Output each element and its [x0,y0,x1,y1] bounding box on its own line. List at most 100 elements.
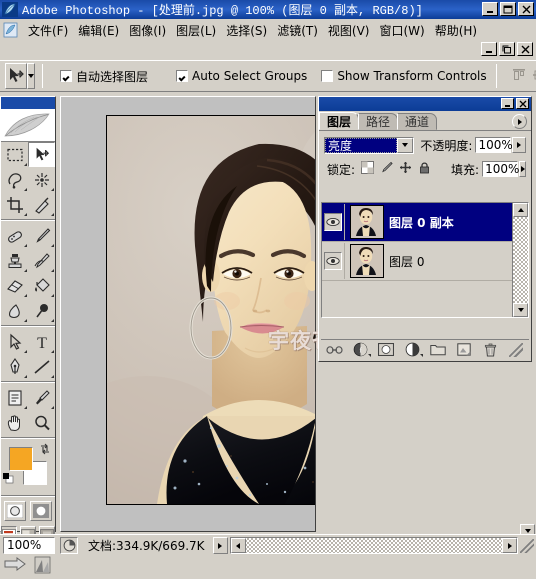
imageready-icon[interactable] [33,555,53,578]
tab-layers[interactable]: 图层 [319,112,359,130]
link-layers-icon[interactable] [325,342,343,358]
lock-transparency-icon[interactable] [361,161,374,177]
opacity-slider-arrow-icon[interactable] [512,137,526,153]
align-vertical-center-icon[interactable] [532,68,536,85]
fill-slider-arrow-icon[interactable] [519,161,526,177]
paint-bucket-tool[interactable] [28,273,55,298]
notes-tool[interactable] [1,385,28,410]
lock-all-icon[interactable] [418,161,431,177]
history-brush-tool[interactable] [28,248,55,273]
table-row[interactable]: 图层 0 副本 [322,203,512,242]
document-close-button[interactable] [517,42,533,56]
tab-paths[interactable]: 路径 [358,113,398,130]
swap-colors-icon[interactable] [39,443,51,455]
tool-preset-dropdown[interactable] [27,63,35,89]
eraser-tool[interactable] [1,273,28,298]
default-colors-icon[interactable] [3,473,14,484]
layer-visibility-toggle[interactable] [322,204,345,240]
new-layer-icon[interactable] [455,342,473,358]
magic-wand-tool[interactable] [28,167,55,192]
layer-list-inner: 图层 0 副本 [322,203,512,317]
tab-channels[interactable]: 通道 [397,113,437,130]
photoshop-window: Adobe Photoshop - [处理前.jpg @ 100% (图层 0 … [0,0,536,556]
layer-visibility-toggle[interactable] [322,243,345,279]
blur-tool[interactable] [1,298,28,323]
menu-view[interactable]: 视图(V) [323,20,375,41]
standard-mode-icon[interactable] [4,501,26,521]
auto-select-groups-checkbox[interactable] [176,70,188,82]
menu-edit[interactable]: 编辑(E) [73,20,124,41]
move-tool[interactable] [28,142,55,167]
add-layer-mask-icon[interactable] [377,342,395,358]
foreground-color-swatch[interactable] [9,447,33,471]
zoom-tool[interactable] [28,410,55,435]
document-minimize-button[interactable] [481,42,497,56]
layer-list[interactable]: 图层 0 副本 [321,202,529,318]
new-group-icon[interactable] [429,342,447,358]
crop-tool[interactable] [1,192,28,217]
menu-image[interactable]: 图像(I) [124,20,171,41]
lock-image-pixels-icon[interactable] [380,161,393,177]
auto-select-groups-checkbox-wrap[interactable]: Auto Select Groups [176,69,307,83]
healing-brush-tool[interactable] [1,223,28,248]
opacity-value[interactable]: 100% [475,137,511,153]
scroll-left-button[interactable] [231,538,246,553]
document-window[interactable] [60,96,316,532]
slice-tool[interactable] [28,192,55,217]
palette-menu-icon[interactable] [512,114,527,129]
horizontal-scrollbar[interactable] [230,537,518,554]
scrollbar-track[interactable] [513,217,528,303]
blend-mode-select[interactable]: 亮度 [324,137,414,154]
jump-to-imageready-icon[interactable] [3,555,29,578]
move-tool-icon[interactable] [5,63,27,89]
menu-filter[interactable]: 滤镜(T) [272,20,323,41]
palette-close-button[interactable] [516,98,529,109]
hand-tool[interactable] [1,410,28,435]
maximize-button[interactable] [500,2,516,16]
lasso-tool[interactable] [1,167,28,192]
pen-tool[interactable] [1,354,28,379]
palette-resize-grip[interactable] [509,343,523,357]
type-tool[interactable]: T [28,329,55,354]
fill-value[interactable]: 100% [482,161,518,177]
dodge-tool[interactable] [28,298,55,323]
palette-titlebar[interactable] [319,97,531,111]
scroll-up-button[interactable] [513,203,528,217]
new-adjustment-layer-icon[interactable] [403,342,421,358]
lock-position-icon[interactable] [399,161,412,177]
menu-layer[interactable]: 图层(L) [171,20,221,41]
auto-select-layer-checkbox-wrap[interactable]: 自动选择图层 [60,68,148,85]
document-restore-button[interactable] [499,42,515,56]
layer-list-scrollbar[interactable] [512,203,528,317]
document-preview-icon[interactable] [60,537,78,554]
show-transform-controls-checkbox-wrap[interactable]: Show Transform Controls [321,69,486,83]
minimize-button[interactable] [482,2,498,16]
palette-minimize-button[interactable] [501,98,514,109]
table-row[interactable]: 图层 0 [322,242,512,281]
delete-layer-icon[interactable] [481,342,499,358]
menu-window[interactable]: 窗口(W) [374,20,429,41]
align-top-icon[interactable] [512,68,526,85]
image-canvas[interactable] [106,115,316,505]
rectangular-marquee-tool[interactable] [1,142,28,167]
scroll-down-button[interactable] [513,303,528,317]
window-resize-grip[interactable] [520,539,534,553]
scroll-right-button[interactable] [502,538,517,553]
line-tool[interactable] [28,354,55,379]
blend-mode-chevron-down-icon[interactable] [397,138,413,153]
layer-style-fx-icon[interactable]: f [351,342,369,358]
menu-file[interactable]: 文件(F) [23,20,73,41]
menu-select[interactable]: 选择(S) [221,20,272,41]
status-expand-icon[interactable] [213,537,228,554]
clone-stamp-tool[interactable] [1,248,28,273]
zoom-level-input[interactable]: 100% [3,537,55,554]
close-button[interactable] [518,2,534,16]
quick-mask-mode-icon[interactable] [30,501,52,521]
toolbox-titlebar[interactable] [1,97,55,109]
menu-help[interactable]: 帮助(H) [430,20,482,41]
auto-select-layer-checkbox[interactable] [60,70,72,82]
eyedropper-tool[interactable] [28,385,55,410]
path-selection-tool[interactable] [1,329,28,354]
brush-tool[interactable] [28,223,55,248]
show-transform-controls-checkbox[interactable] [321,70,333,82]
